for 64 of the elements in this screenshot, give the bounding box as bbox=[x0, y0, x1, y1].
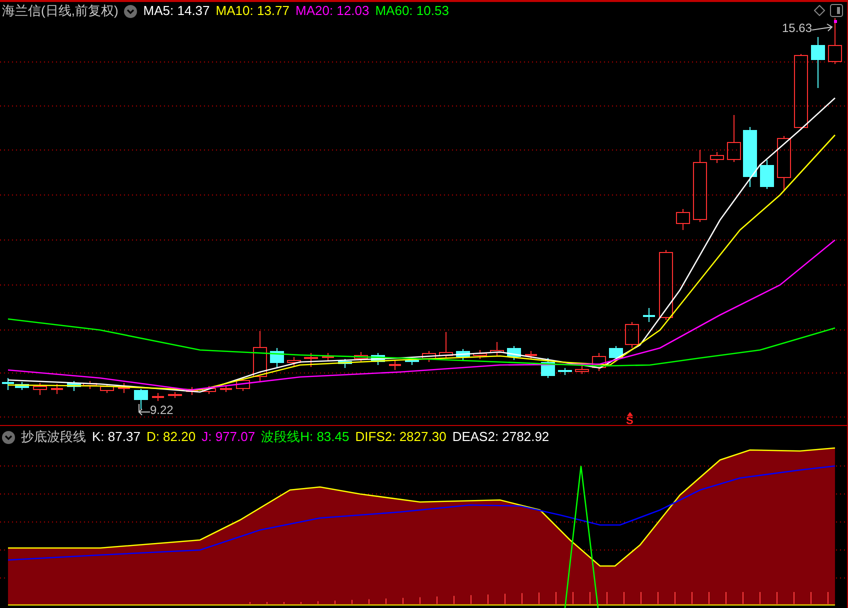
candlestick bbox=[473, 350, 487, 360]
candlestick bbox=[253, 330, 267, 382]
candlestick bbox=[490, 342, 504, 356]
candlestick bbox=[51, 384, 63, 394]
candlestick bbox=[67, 380, 81, 392]
candlestick bbox=[507, 346, 521, 360]
candlestick bbox=[439, 332, 453, 358]
low-price-label: 9.22 bbox=[150, 402, 174, 419]
candlestick bbox=[541, 358, 555, 378]
candlestick bbox=[371, 352, 385, 366]
candlestick bbox=[743, 126, 757, 188]
indicator-value-label: D: 82.20 bbox=[146, 428, 196, 446]
candlestick bbox=[134, 388, 148, 410]
moving-average-label: MA5: 14.37 bbox=[143, 2, 210, 20]
panel-toggle-icon[interactable] bbox=[830, 4, 843, 17]
candlestick bbox=[811, 36, 825, 88]
candlestick bbox=[186, 386, 198, 396]
candlestick bbox=[659, 250, 673, 320]
candlestick bbox=[676, 208, 690, 230]
indicator-value-label: DIFS2: 2827.30 bbox=[355, 428, 446, 446]
high-price-label: 15.63 bbox=[782, 20, 812, 37]
candlestick bbox=[220, 386, 232, 392]
up-arrow-icon bbox=[626, 412, 633, 416]
candlestick bbox=[152, 392, 164, 402]
dropdown-icon[interactable] bbox=[2, 430, 15, 444]
candlestick bbox=[168, 392, 182, 398]
candlestick bbox=[202, 386, 216, 394]
candlestick bbox=[100, 384, 114, 394]
candlestick bbox=[287, 356, 301, 366]
arrow-icon bbox=[138, 404, 150, 416]
sell-signal-mark: S bbox=[626, 416, 634, 426]
moving-average-label: MA20: 12.03 bbox=[296, 2, 370, 20]
candlestick bbox=[558, 368, 572, 376]
indicator-title: 抄底波段线 bbox=[21, 428, 86, 446]
candlestick bbox=[727, 114, 741, 162]
moving-average-label: MA10: 13.77 bbox=[216, 2, 290, 20]
candlestick bbox=[575, 366, 589, 374]
candlestick bbox=[270, 348, 284, 368]
candlestick bbox=[760, 160, 774, 190]
candlestick bbox=[422, 350, 436, 362]
candlestick bbox=[338, 358, 352, 368]
indicator-value-label: K: 87.37 bbox=[92, 428, 140, 446]
dropdown-icon[interactable] bbox=[124, 4, 138, 18]
indicator-value-label: 波段线H: 83.45 bbox=[261, 428, 350, 446]
moving-average-label: MA60: 10.53 bbox=[375, 2, 449, 20]
arrow-icon bbox=[812, 23, 834, 33]
candlestick bbox=[777, 136, 791, 190]
candlestick bbox=[389, 360, 401, 370]
candlestick bbox=[710, 152, 724, 164]
candlestick bbox=[118, 382, 130, 394]
candlestick bbox=[322, 352, 334, 362]
candlestick bbox=[33, 382, 47, 396]
candlestick bbox=[236, 378, 250, 392]
indicator-value-label: J: 977.07 bbox=[202, 428, 256, 446]
candlestick bbox=[625, 322, 639, 348]
candlestick bbox=[83, 380, 97, 390]
candlestick bbox=[828, 18, 842, 64]
candlestick bbox=[592, 352, 606, 372]
diamond-icon[interactable] bbox=[814, 5, 825, 16]
candlestick bbox=[643, 308, 655, 322]
candlestick bbox=[304, 352, 318, 368]
indicator-value-label: DEAS2: 2782.92 bbox=[452, 428, 550, 446]
candlestick bbox=[456, 348, 470, 360]
stock-title: 海兰信(日线,前复权) bbox=[1, 2, 118, 20]
